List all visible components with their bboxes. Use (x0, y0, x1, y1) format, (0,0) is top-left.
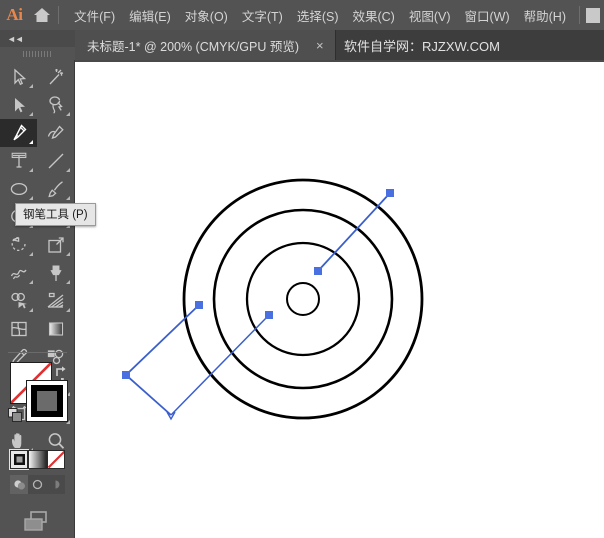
circle-outer[interactable] (182, 178, 424, 420)
watermark-text: 软件自学网：RJZXW.COM (344, 38, 500, 54)
tool-tooltip: 钢笔工具 (P) (15, 203, 96, 226)
menu-bar: Ai 文件(F) 编辑(E) 对象(O) 文字(T) 选择(S) 效果(C) 视… (0, 0, 604, 30)
stroke-swatch-center (37, 391, 57, 411)
menu-effect[interactable]: 效果(C) (345, 2, 401, 29)
anchor-point-left[interactable] (122, 371, 130, 379)
circle-innermost[interactable] (286, 282, 320, 316)
menu-separator (58, 6, 60, 24)
draw-mode-row (10, 475, 65, 494)
pen-path-handles-group[interactable] (125, 192, 391, 416)
menu-view[interactable]: 视图(V) (402, 2, 458, 29)
tool-lasso-tool[interactable] (37, 91, 74, 119)
tool-pen-tool[interactable] (0, 119, 37, 147)
tool-group-corner-icon (29, 112, 33, 116)
tool-type-tool[interactable] (0, 147, 37, 175)
tool-group-corner-icon (66, 280, 70, 284)
menu-edit[interactable]: 编辑(E) (122, 2, 178, 29)
document-tab-title: 未标题-1* @ 200% (CMYK/GPU 预览) (87, 39, 300, 54)
anchor-point-inner[interactable] (265, 311, 273, 319)
tool-group-corner-icon (29, 252, 33, 256)
tool-mesh-tool[interactable] (0, 315, 37, 343)
stroke-swatch[interactable] (26, 380, 68, 422)
draw-normal-button[interactable] (10, 475, 29, 494)
tool-line-segment-tool[interactable] (37, 147, 74, 175)
illustrator-window: Ai 文件(F) 编辑(E) 对象(O) 文字(T) 选择(S) 效果(C) 视… (0, 0, 604, 538)
anchor-point-upper[interactable] (314, 267, 322, 275)
change-screen-mode-button[interactable] (0, 504, 75, 538)
tool-group-corner-icon (66, 252, 70, 256)
tool-group-corner-icon (29, 84, 33, 88)
toolbar-drag-handle[interactable] (0, 47, 75, 60)
tool-free-transform-tool[interactable] (37, 259, 74, 287)
tool-group-corner-icon (66, 168, 70, 172)
paint-mode-row (8, 449, 65, 470)
tool-group-corner-icon (29, 196, 33, 200)
tool-group-corner-icon (29, 308, 33, 312)
menu-help[interactable]: 帮助(H) (517, 2, 573, 29)
draw-inside-button[interactable] (46, 475, 65, 494)
tool-group-corner-icon (29, 280, 33, 284)
drag-dots-icon (22, 50, 53, 57)
pen-handle-cursor-left[interactable] (125, 374, 172, 416)
tool-group-corner-icon (29, 168, 33, 172)
gradient-mode-button[interactable] (28, 450, 47, 469)
tool-direct-selection-tool[interactable] (0, 91, 37, 119)
swap-fill-stroke-icon[interactable] (53, 364, 69, 380)
menu-file[interactable]: 文件(F) (67, 2, 122, 29)
tool-paintbrush-tool[interactable] (37, 175, 74, 203)
pen-handle-lower-left[interactable] (125, 304, 200, 376)
double-chevron-left-icon: ◄◄ (7, 33, 24, 44)
tool-group-corner-icon (66, 112, 70, 116)
home-icon[interactable] (29, 0, 54, 30)
tool-group-corner-icon (66, 196, 70, 200)
tool-selection-tool[interactable] (0, 63, 37, 91)
menu-bar-right-group (573, 0, 604, 30)
window-control-icon[interactable] (586, 7, 600, 23)
color-mode-button[interactable] (8, 449, 30, 470)
app-logo-icon: Ai (6, 5, 23, 24)
circle-third[interactable] (245, 241, 361, 357)
menu-object[interactable]: 对象(O) (178, 2, 235, 29)
artwork-svg (122, 178, 424, 421)
anchor-points-group[interactable] (122, 189, 394, 379)
tool-ellipse-tool[interactable] (0, 175, 37, 203)
none-mode-button[interactable] (46, 450, 65, 469)
tool-scale-tool[interactable] (37, 231, 74, 259)
document-tab[interactable]: 未标题-1* @ 200% (CMYK/GPU 预览) × (75, 30, 336, 60)
anchor-point-upper-handle[interactable] (386, 189, 394, 197)
document-tab-bar: ◄◄ 未标题-1* @ 200% (CMYK/GPU 预览) × 软件自学网：R… (0, 30, 604, 60)
panel-collapse-button[interactable]: ◄◄ (0, 30, 75, 47)
menu-separator-right (579, 6, 580, 24)
menu-window[interactable]: 窗口(W) (458, 2, 517, 29)
tool-rotate-tool[interactable] (0, 231, 37, 259)
concentric-circles-group[interactable] (182, 178, 424, 420)
pen-handle-upper[interactable] (317, 192, 391, 272)
tool-group-corner-icon (66, 308, 70, 312)
tool-gradient-tool[interactable] (37, 315, 74, 343)
tool-panel-bottom (0, 352, 75, 538)
draw-behind-button[interactable] (28, 475, 47, 494)
tool-panel-divider (8, 352, 67, 353)
tool-shape-builder-tool[interactable] (0, 287, 37, 315)
tool-magic-wand-tool[interactable] (37, 63, 74, 91)
close-icon[interactable]: × (313, 38, 327, 53)
pen-cursor (166, 411, 176, 421)
menu-select[interactable]: 选择(S) (290, 2, 346, 29)
circle-second[interactable] (212, 208, 394, 390)
tool-perspective-grid-tool[interactable] (37, 287, 74, 315)
tool-curvature-tool[interactable] (37, 119, 74, 147)
tool-group-corner-icon (29, 140, 33, 144)
tool-width-tool[interactable] (0, 259, 37, 287)
tools-panel: 钢笔工具 (P) (0, 60, 96, 538)
menu-type[interactable]: 文字(T) (235, 2, 290, 29)
default-fill-stroke-icon[interactable] (8, 408, 23, 423)
anchor-point-left-handle[interactable] (195, 301, 203, 309)
artboard-canvas[interactable] (75, 62, 604, 538)
color-swatch-area (0, 362, 75, 450)
